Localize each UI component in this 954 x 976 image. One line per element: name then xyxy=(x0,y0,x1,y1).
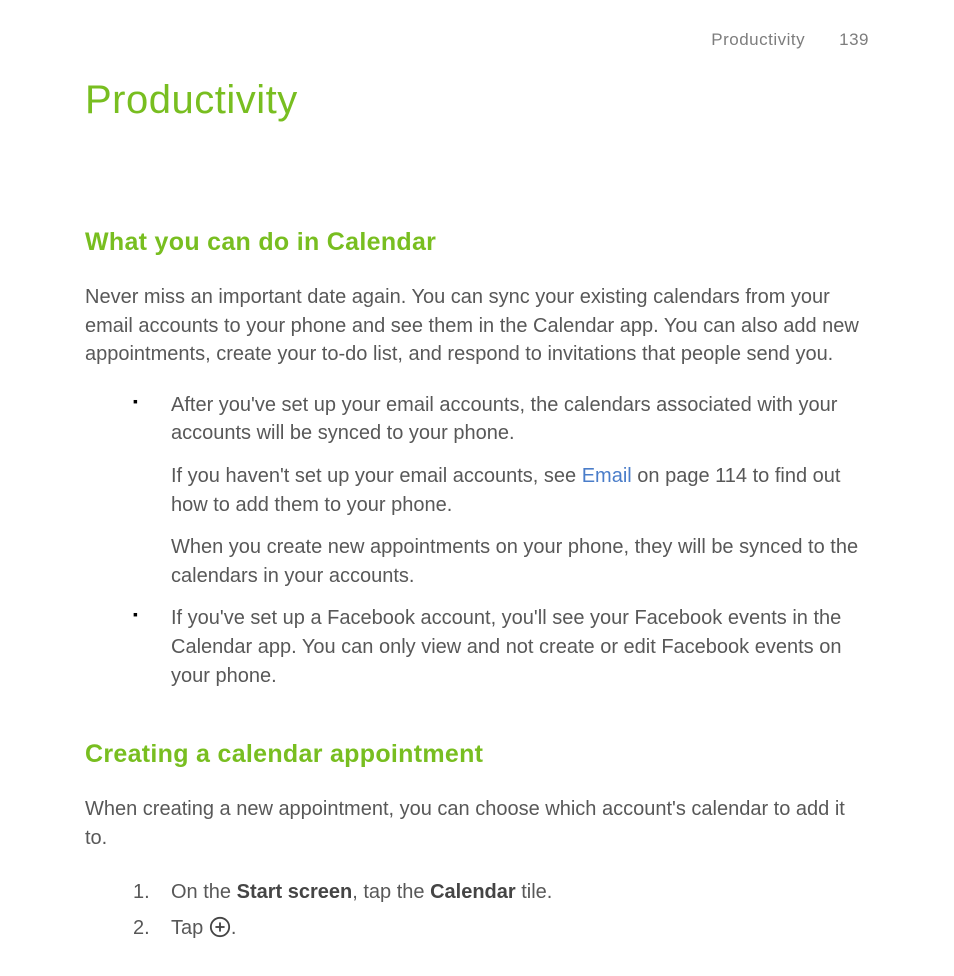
document-page: Productivity 139 Productivity What you ca… xyxy=(0,0,954,976)
step-item: On the Start screen, tap the Calendar ti… xyxy=(133,874,869,910)
bullet-list: After you've set up your email accounts,… xyxy=(85,391,869,690)
running-page-number: 139 xyxy=(839,30,869,49)
bullet-text: If you've set up a Facebook account, you… xyxy=(171,604,869,690)
page-title: Productivity xyxy=(85,78,869,123)
text-fragment: tile. xyxy=(516,881,553,903)
text-fragment: . xyxy=(231,917,237,939)
section1-intro: Never miss an important date again. You … xyxy=(85,283,869,369)
strong-start-screen: Start screen xyxy=(237,881,353,903)
running-header: Productivity 139 xyxy=(85,30,869,50)
strong-calendar: Calendar xyxy=(430,881,516,903)
text-fragment: On the xyxy=(171,881,237,903)
list-item: After you've set up your email accounts,… xyxy=(133,391,869,591)
list-item: If you've set up a Facebook account, you… xyxy=(133,604,869,690)
step-item: Tap . xyxy=(133,910,869,946)
section-heading-appointment: Creating a calendar appointment xyxy=(85,740,869,769)
link-email[interactable]: Email xyxy=(582,465,632,487)
running-section-name: Productivity xyxy=(711,30,805,49)
bullet-text: When you create new appointments on your… xyxy=(171,533,869,590)
bullet-text: After you've set up your email accounts,… xyxy=(171,391,869,448)
text-fragment: , tap the xyxy=(352,881,430,903)
text-fragment: If you haven't set up your email account… xyxy=(171,465,582,487)
plus-circle-icon xyxy=(209,916,231,938)
ordered-steps: On the Start screen, tap the Calendar ti… xyxy=(85,874,869,946)
bullet-text: If you haven't set up your email account… xyxy=(171,462,869,519)
text-fragment: Tap xyxy=(171,917,209,939)
section2-intro: When creating a new appointment, you can… xyxy=(85,795,869,852)
section-heading-calendar: What you can do in Calendar xyxy=(85,228,869,257)
